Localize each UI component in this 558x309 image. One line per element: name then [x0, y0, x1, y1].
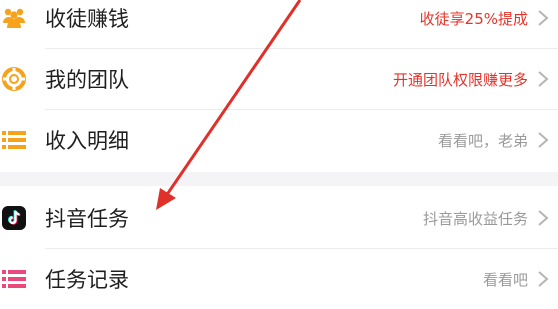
- menu-item-income-detail[interactable]: 收入明细 看看吧，老弟: [0, 110, 558, 170]
- lifebuoy-icon: [2, 67, 26, 91]
- menu-item-label: 收入明细: [45, 129, 129, 153]
- chevron-right-icon: [536, 70, 550, 88]
- menu-item-douyin-task[interactable]: 抖音任务 抖音高收益任务: [0, 188, 558, 248]
- chevron-right-icon: [536, 209, 550, 227]
- menu-item-label: 我的团队: [45, 68, 129, 92]
- section-gap: [0, 172, 558, 186]
- menu-item-hint: 开通团队权限赚更多: [392, 70, 528, 89]
- menu-item-label: 抖音任务: [45, 207, 129, 231]
- menu-item-team[interactable]: 我的团队 开通团队权限赚更多: [0, 49, 558, 109]
- menu-item-hint: 抖音高收益任务: [422, 209, 528, 228]
- people-icon: [2, 6, 26, 30]
- list-icon: [2, 128, 26, 152]
- chevron-right-icon: [536, 9, 550, 27]
- tiktok-icon: [2, 206, 26, 230]
- settings-menu: 收徒赚钱 收徒享25%提成 我的团队 开通团队权限赚更多 收入明细 看看吧，老弟…: [0, 0, 558, 309]
- chevron-right-icon: [536, 131, 550, 149]
- record-list-icon: [2, 267, 26, 291]
- chevron-right-icon: [536, 270, 550, 288]
- menu-item-label: 任务记录: [45, 268, 129, 292]
- menu-item-hint: 收徒享25%提成: [419, 9, 528, 28]
- menu-item-label: 收徒赚钱: [45, 7, 129, 31]
- menu-item-task-record[interactable]: 任务记录 看看吧: [0, 249, 558, 309]
- menu-item-hint: 看看吧，老弟: [437, 131, 528, 150]
- menu-item-hint: 看看吧: [482, 270, 528, 289]
- menu-item-recruit[interactable]: 收徒赚钱 收徒享25%提成: [0, 0, 558, 48]
